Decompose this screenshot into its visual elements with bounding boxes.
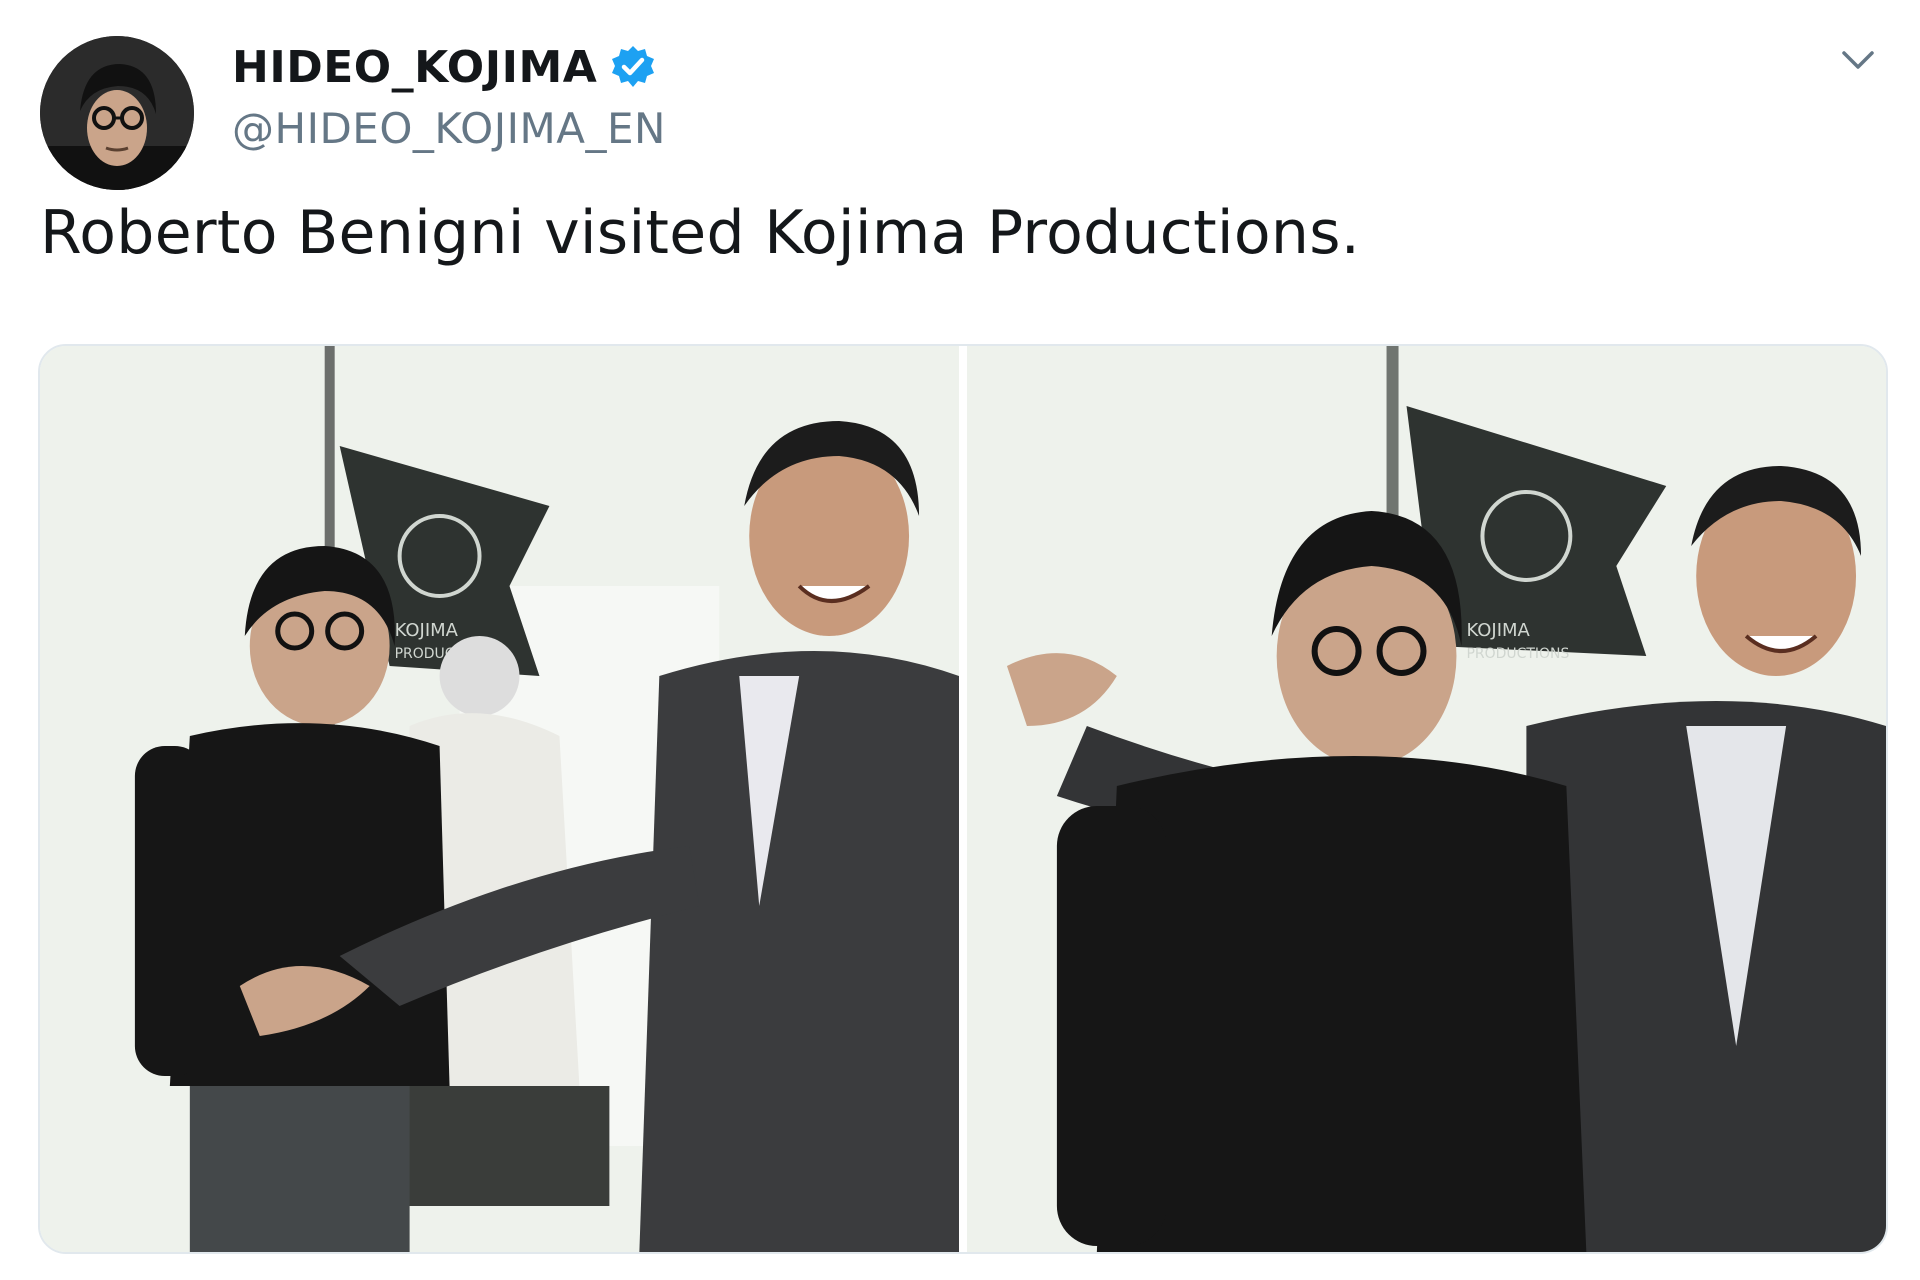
- tweet-photo-right[interactable]: KOJIMA PRODUCTIONS: [967, 346, 1886, 1252]
- flag-text: KOJIMA: [395, 620, 459, 641]
- verified-badge-icon: [609, 43, 657, 91]
- author-avatar[interactable]: [40, 36, 194, 190]
- tweet-card[interactable]: HIDEO_KOJIMA @HIDEO_KOJIMA_EN Roberto Be…: [0, 0, 1920, 1280]
- author-handle[interactable]: @HIDEO_KOJIMA_EN: [232, 104, 666, 153]
- flag-text-2: PRODUCTIONS: [1466, 646, 1569, 662]
- flag-text: KOJIMA: [1466, 620, 1530, 641]
- tweet-media-grid: KOJIMA PRODUCTIONS KOJIMA PRODUCTIONS: [38, 344, 1888, 1254]
- tweet-photo-left[interactable]: KOJIMA PRODUCTIONS: [40, 346, 959, 1252]
- author-display-name[interactable]: HIDEO_KOJIMA: [232, 42, 597, 93]
- tweet-text: Roberto Benigni visited Kojima Productio…: [40, 198, 1361, 268]
- chevron-down-icon[interactable]: [1836, 38, 1880, 82]
- avatar-photo: [40, 36, 194, 190]
